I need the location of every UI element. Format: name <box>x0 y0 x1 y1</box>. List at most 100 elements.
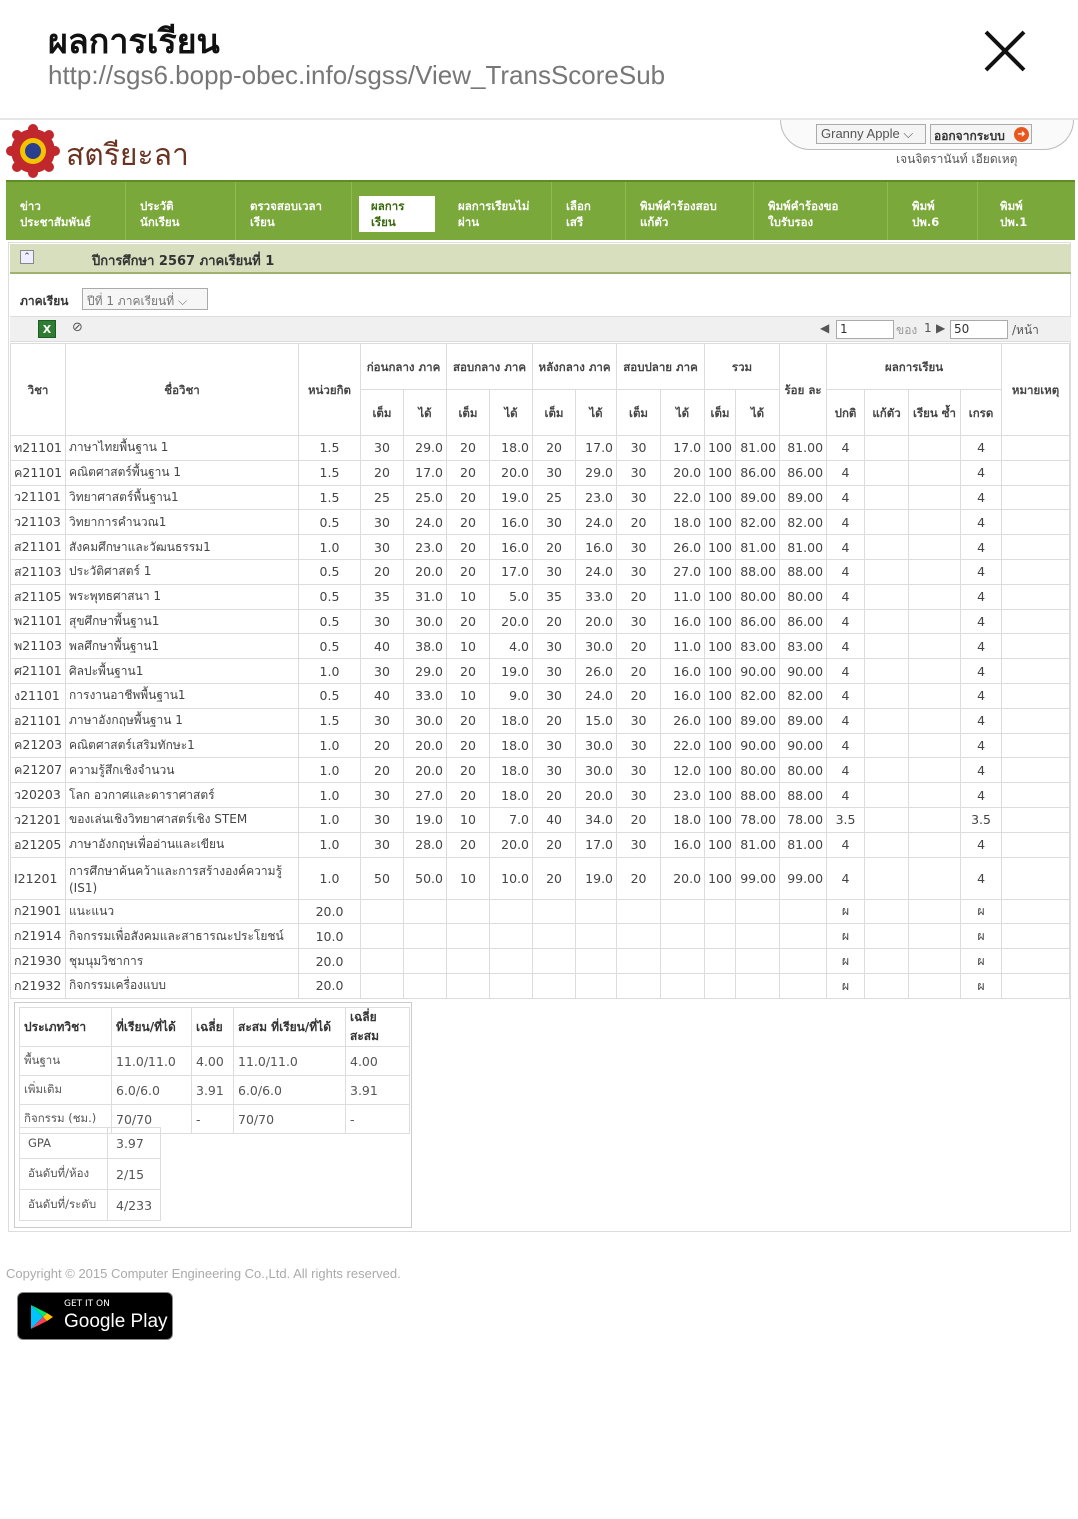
total-got: 90.00 <box>735 732 781 759</box>
nav-item-profile[interactable]: ประวัติ นักเรียน <box>126 182 236 240</box>
per-page-label: /หน้า <box>1012 323 1039 337</box>
nav-item-print-certificate[interactable]: พิมพ์คำร้องขอ ใบรับรอง <box>754 182 888 240</box>
course-name: พระพุทธศาสนา 1 <box>65 583 299 610</box>
after-mid-full: 20 <box>532 707 577 734</box>
final-got: 16.0 <box>660 608 706 635</box>
after-mid-got <box>575 898 618 925</box>
table-row: ก21930 ชุมนุมวิชาการ 20.0 ผ ผ <box>10 948 1071 974</box>
credit: 1.0 <box>298 782 361 808</box>
collapse-icon[interactable]: ⌃ <box>20 250 34 264</box>
nav-item-attendance[interactable]: ตรวจสอบเวลา เรียน <box>236 182 352 240</box>
clear-filter-icon[interactable]: ⊘ <box>72 320 92 338</box>
prev-page-icon[interactable]: ◀ <box>820 321 829 335</box>
close-icon[interactable] <box>978 24 1032 78</box>
col-header: หลังกลาง ภาค <box>532 343 618 390</box>
course-code: ก21914 <box>10 923 66 950</box>
mid-got <box>488 898 534 925</box>
after-mid-full: 30 <box>532 633 577 660</box>
mid-got: 19.0 <box>488 484 534 511</box>
table-toolbar: X ⊘ ◀ 1 ของ 1 ▶ 50 /หน้า <box>10 316 1071 342</box>
total-full <box>704 923 737 950</box>
nav-item-news[interactable]: ข่าว ประชาสัมพันธ์ <box>6 182 126 240</box>
total-got: 99.00 <box>735 856 781 900</box>
course-code: ค21203 <box>10 732 66 759</box>
credit: 20.0 <box>298 948 361 974</box>
credit: 0.5 <box>298 682 361 709</box>
nav-label: ปพ.1 <box>1000 215 1028 229</box>
mid-full: 10 <box>446 583 490 610</box>
table-row: ท21101 ภาษาไทยพื้นฐาน 1 1.5 30 29.0 20 18.0 20 1… <box>10 435 1071 461</box>
final-got: 22.0 <box>660 484 706 511</box>
total-got: 82.00 <box>735 682 781 709</box>
result-fix <box>864 831 910 858</box>
course-code: พ21101 <box>10 608 66 635</box>
result-fix <box>864 658 910 684</box>
total-got: 86.00 <box>735 608 781 635</box>
total-got <box>735 923 781 950</box>
total-got <box>735 948 781 974</box>
before-mid-got: 29.0 <box>403 658 447 684</box>
before-mid-got: 19.0 <box>403 806 447 833</box>
mid-full: 10 <box>446 856 490 900</box>
before-mid-full: 50 <box>360 856 404 900</box>
excel-export-icon[interactable]: X <box>38 320 56 338</box>
result-repeat <box>908 435 962 461</box>
course-code: อ21101 <box>10 707 66 734</box>
result-repeat <box>908 806 962 833</box>
table-row: อ21205 ภาษาอังกฤษเพื่ออ่านและเขียน 1.0 30 28… <box>10 831 1071 858</box>
before-mid-got: 25.0 <box>403 484 447 511</box>
final-got: 18.0 <box>660 509 706 536</box>
final-full: 30 <box>616 732 662 759</box>
grade: 4 <box>960 484 1003 511</box>
gpa-row: อันดับที่/ห้อง 2/15 <box>19 1158 162 1190</box>
course-code: ก21930 <box>10 948 66 974</box>
summary-value: - <box>191 1104 234 1134</box>
user-select[interactable]: Granny Apple ⌵ <box>816 124 926 144</box>
per-page-input[interactable]: 50 <box>950 320 1008 339</box>
total-full: 100 <box>704 658 737 684</box>
course-code: ส21105 <box>10 583 66 610</box>
nav-item-print-retest[interactable]: พิมพ์คำร้องสอบ แก้ตัว <box>626 182 754 240</box>
percent: 78.00 <box>779 806 828 833</box>
nav-item-print-pp1[interactable]: พิมพ์ ปพ.1 <box>986 182 1072 240</box>
result-fix <box>864 435 910 461</box>
percent: 83.00 <box>779 633 828 660</box>
mid-got: 4.0 <box>488 633 534 660</box>
final-got <box>660 898 706 925</box>
after-mid-full <box>532 948 577 974</box>
school-logo-icon <box>6 124 60 178</box>
percent: 86.00 <box>779 459 828 486</box>
before-mid-got: 20.0 <box>403 732 447 759</box>
before-mid-full: 30 <box>360 435 404 461</box>
logout-button[interactable]: ออกจากระบบ ➜ <box>930 124 1032 144</box>
nav-item-elective[interactable]: เลือก เสรี <box>552 182 626 240</box>
nav-item-grades[interactable]: ผลการ เรียน <box>359 196 435 232</box>
after-mid-got: 24.0 <box>575 509 618 536</box>
remark <box>1001 509 1071 536</box>
course-name: แนะแนว <box>65 898 299 925</box>
total-full: 100 <box>704 633 737 660</box>
after-mid-got <box>575 923 618 950</box>
nav-item-failed[interactable]: ผลการเรียนไม่ ผ่าน <box>444 182 552 240</box>
result-fix <box>864 732 910 759</box>
final-full: 30 <box>616 484 662 511</box>
google-play-badge[interactable]: GET IT ON Google Play <box>17 1292 173 1340</box>
after-mid-got: 34.0 <box>575 806 618 833</box>
nav-label: ประชาสัมพันธ์ <box>20 215 91 229</box>
mid-full: 20 <box>446 534 490 560</box>
page-input[interactable]: 1 <box>836 320 894 339</box>
grade: 4 <box>960 831 1003 858</box>
remark <box>1001 608 1071 635</box>
summary-category: เพิ่มเติม <box>19 1075 112 1105</box>
school-name: สตรียะลา <box>66 138 189 173</box>
nav-item-print-pp6[interactable]: พิมพ์ ปพ.6 <box>898 182 978 240</box>
grade: 4 <box>960 782 1003 808</box>
summary-category: พื้นฐาน <box>19 1046 112 1076</box>
course-name: พลศึกษาพื้นฐาน1 <box>65 633 299 660</box>
semester-select[interactable]: ปีที่ 1 ภาคเรียนที่ ⌵ <box>82 288 208 310</box>
mid-full <box>446 948 490 974</box>
summary-value: 11.0/11.0 <box>233 1046 346 1076</box>
col-header: ได้ <box>403 389 447 436</box>
next-page-icon[interactable]: ▶ <box>936 321 945 335</box>
percent: 88.00 <box>779 558 828 585</box>
